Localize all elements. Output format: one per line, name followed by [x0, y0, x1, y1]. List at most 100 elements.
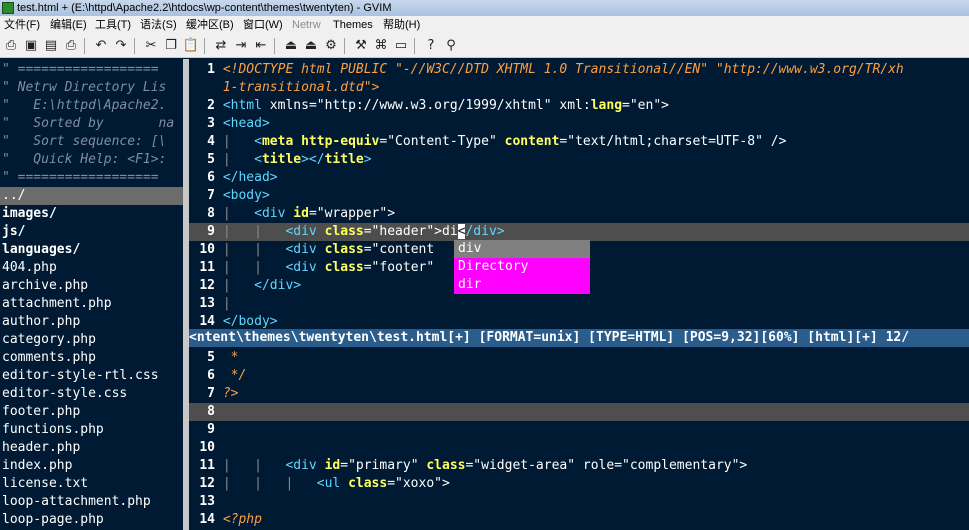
- tags-icon[interactable]: ▭: [392, 37, 410, 55]
- run-script-icon[interactable]: ⚙: [322, 37, 340, 55]
- line-number: 10: [199, 242, 215, 257]
- netrw-file-entry[interactable]: loop-page.php: [2, 511, 183, 529]
- code-token: */: [222, 368, 247, 383]
- netrw-dir-entry[interactable]: images/: [2, 205, 183, 223]
- menu-item-1[interactable]: 编辑(E): [50, 16, 87, 34]
- completion-item[interactable]: div: [454, 240, 590, 258]
- window-titlebar[interactable]: test.html + (E:\httpd\Apache2.2\htdocs\w…: [0, 0, 969, 16]
- code-token: <!DOCTYPE html PUBLIC "-//W3C//DTD XHTML…: [222, 62, 904, 77]
- code-line[interactable]: 5 *: [189, 349, 969, 367]
- code-line[interactable]: 8: [189, 403, 969, 421]
- netrw-file-browser[interactable]: " ================== " Netrw Directory Li…: [0, 59, 183, 530]
- code-line[interactable]: 12 | | | <ul class="xoxo">: [189, 475, 969, 493]
- replace-icon[interactable]: ⇄: [212, 37, 230, 55]
- code-token: ="wrapper">: [308, 206, 396, 221]
- cut-icon[interactable]: ✂: [142, 37, 160, 55]
- netrw-header-line: " ==================: [2, 62, 159, 77]
- menu-item-2[interactable]: 工具(T): [95, 16, 131, 34]
- menu-item-3[interactable]: 语法(S): [140, 16, 177, 34]
- code-line[interactable]: 9 | | <div class="header">di</div>: [189, 223, 969, 241]
- editor-pane[interactable]: <ntent\themes\twentyten\test.html[+] [FO…: [189, 59, 969, 530]
- code-line[interactable]: 10: [189, 439, 969, 457]
- menu-item-0[interactable]: 文件(F): [4, 16, 40, 34]
- netrw-file-entry[interactable]: 404.php: [2, 259, 183, 277]
- completion-item[interactable]: Directory: [454, 258, 590, 276]
- code-line[interactable]: 6 */: [189, 367, 969, 385]
- line-number: 7: [207, 188, 215, 203]
- find-prev-icon[interactable]: ⇤: [252, 37, 270, 55]
- toolbar-separator: [204, 38, 205, 54]
- netrw-file-entry[interactable]: editor-style.css: [2, 385, 183, 403]
- code-line[interactable]: 2 <html xmlns="http://www.w3.org/1999/xh…: [189, 97, 969, 115]
- code-token: ="widget-area" role="complementary">: [465, 458, 748, 473]
- make-icon[interactable]: ⚒: [352, 37, 370, 55]
- code-line[interactable]: 14 <?php: [189, 511, 969, 529]
- menu-item-6[interactable]: Netrw: [292, 16, 321, 34]
- save-session-icon[interactable]: ⏏: [302, 37, 320, 55]
- menu-item-7[interactable]: Themes: [333, 16, 373, 34]
- netrw-file-entry[interactable]: category.php: [2, 331, 183, 349]
- code-token: xmlns: [261, 98, 309, 113]
- code-line[interactable]: 1 <!DOCTYPE html PUBLIC "-//W3C//DTD XHT…: [189, 61, 969, 79]
- help-icon[interactable]: ?: [422, 37, 440, 55]
- code-token: xml: [551, 98, 583, 113]
- window-title: test.html + (E:\httpd\Apache2.2\htdocs\w…: [17, 2, 392, 14]
- menu-bar: 文件(F) 编辑(E) 工具(T) 语法(S) 缓冲区(B) 窗口(W) Netrw Them…: [0, 16, 969, 34]
- code-line[interactable]: 11 | | <div id="primary" class="widget-a…: [189, 457, 969, 475]
- netrw-header-line: " Sorted by na: [2, 116, 175, 131]
- code-token: class: [324, 242, 364, 257]
- find-help-icon[interactable]: ⚲: [442, 37, 460, 55]
- code-token: "http://www.w3.org/1999/xhtml": [316, 98, 552, 113]
- netrw-file-entry[interactable]: license.txt: [2, 475, 183, 493]
- netrw-file-entry[interactable]: footer.php: [2, 403, 183, 421]
- menu-item-8[interactable]: 帮助(H): [383, 16, 420, 34]
- netrw-file-entry[interactable]: index.php: [2, 457, 183, 475]
- open-icon[interactable]: ⎙: [2, 37, 20, 55]
- netrw-file-entry[interactable]: loop-attachment.php: [2, 493, 183, 511]
- code-line[interactable]: 13 |: [189, 295, 969, 313]
- code-token: title: [261, 152, 302, 167]
- save-icon[interactable]: ▣: [22, 37, 40, 55]
- netrw-file-entry[interactable]: comments.php: [2, 349, 183, 367]
- code-line[interactable]: 9: [189, 421, 969, 439]
- code-line[interactable]: 8 | <div id="wrapper">: [189, 205, 969, 223]
- code-token: </body>: [222, 314, 278, 329]
- menu-item-4[interactable]: 缓冲区(B): [186, 16, 234, 34]
- code-token: :: [582, 98, 591, 113]
- code-line[interactable]: 5 | <title></title>: [189, 151, 969, 169]
- find-next-icon[interactable]: ⇥: [232, 37, 250, 55]
- code-token: | |: [222, 242, 286, 257]
- print-icon[interactable]: ⎙: [62, 37, 80, 55]
- netrw-parent-dir-entry[interactable]: ../: [0, 187, 183, 205]
- code-token: <div: [254, 206, 294, 221]
- netrw-dir-entry[interactable]: js/: [2, 223, 183, 241]
- redo-icon[interactable]: ↷: [112, 37, 130, 55]
- load-session-icon[interactable]: ⏏: [282, 37, 300, 55]
- undo-icon[interactable]: ↶: [92, 37, 110, 55]
- shell-icon[interactable]: ⌘: [372, 37, 390, 55]
- netrw-dir-entry[interactable]: languages/: [2, 241, 183, 259]
- line-number: 13: [199, 296, 215, 311]
- code-line[interactable]: 7 ?>: [189, 385, 969, 403]
- menu-item-5[interactable]: 窗口(W): [243, 16, 283, 34]
- netrw-file-entry[interactable]: author.php: [2, 313, 183, 331]
- completion-item[interactable]: dir: [454, 276, 590, 294]
- code-line[interactable]: 7 <body>: [189, 187, 969, 205]
- netrw-file-entry[interactable]: header.php: [2, 439, 183, 457]
- copy-icon[interactable]: ❐: [162, 37, 180, 55]
- code-line[interactable]: 3 <head>: [189, 115, 969, 133]
- netrw-file-entry[interactable]: functions.php: [2, 421, 183, 439]
- netrw-header-line: " Netrw Directory Lis: [2, 80, 167, 95]
- netrw-file-entry[interactable]: attachment.php: [2, 295, 183, 313]
- paste-icon[interactable]: 📋: [182, 37, 200, 55]
- line-number: 8: [207, 206, 215, 221]
- netrw-file-entry[interactable]: archive.php: [2, 277, 183, 295]
- code-line[interactable]: 4 | <meta http-equiv="Content-Type" cont…: [189, 133, 969, 151]
- save-all-icon[interactable]: ▤: [42, 37, 60, 55]
- code-line[interactable]: 6 </head>: [189, 169, 969, 187]
- line-number: 9: [207, 224, 215, 239]
- code-line[interactable]: 1-transitional.dtd">: [189, 79, 969, 97]
- code-line[interactable]: 14 </body>: [189, 313, 969, 331]
- code-line[interactable]: 13: [189, 493, 969, 511]
- netrw-file-entry[interactable]: editor-style-rtl.css: [2, 367, 183, 385]
